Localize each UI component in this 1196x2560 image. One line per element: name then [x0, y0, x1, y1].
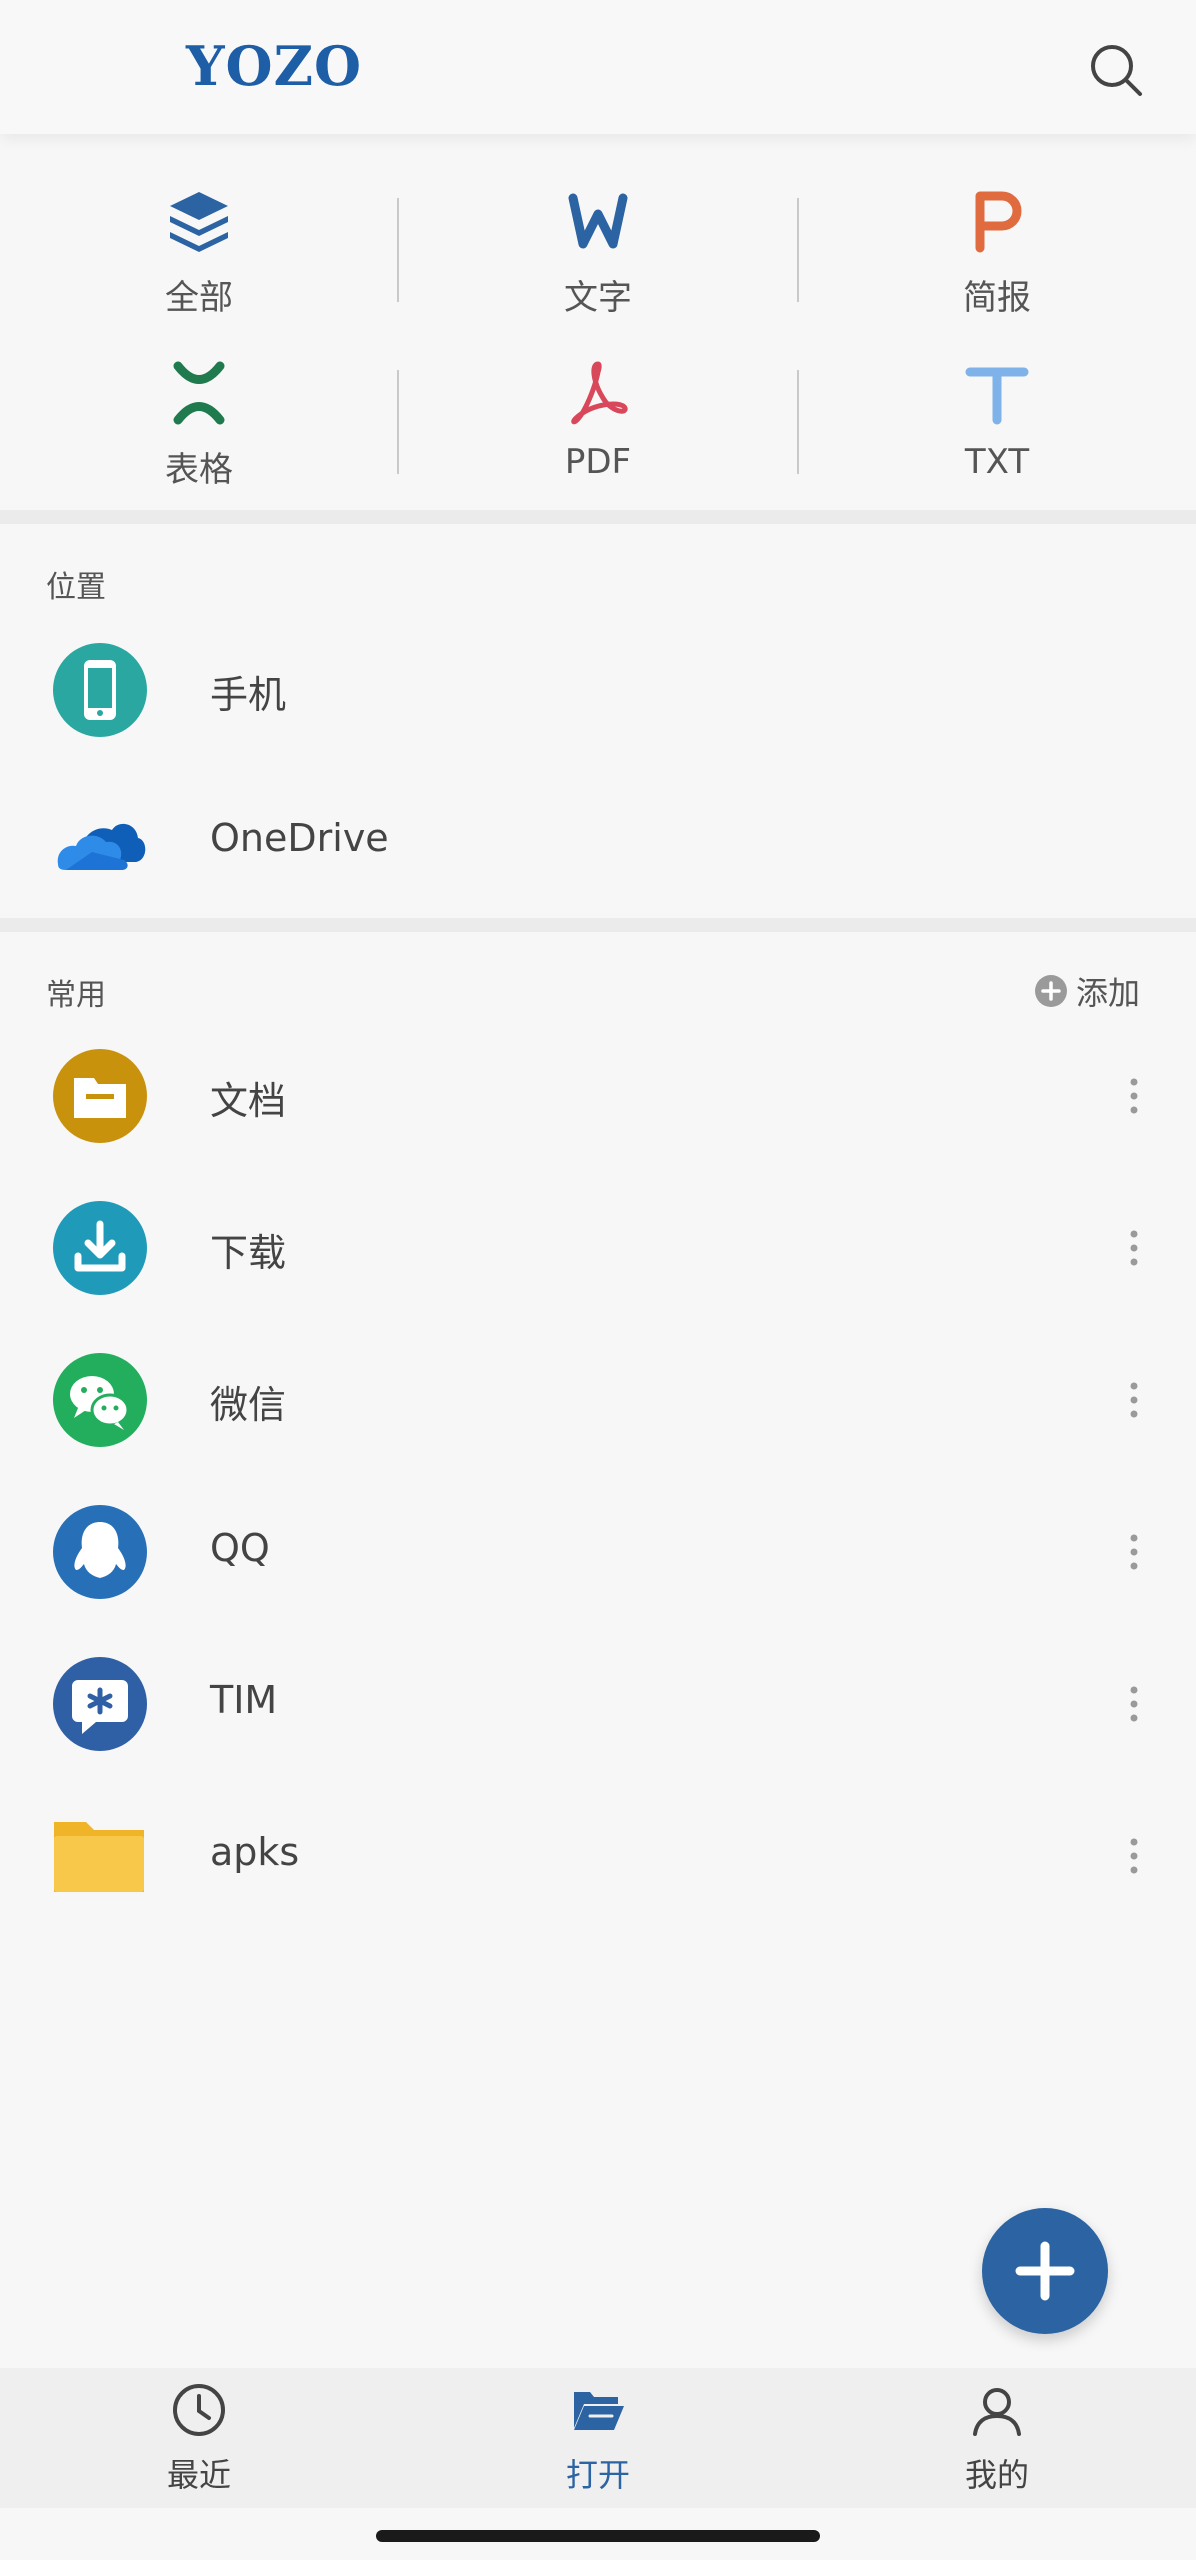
location-onedrive[interactable]: OneDrive — [0, 766, 1196, 918]
yozo-logo: YOZO — [186, 34, 363, 98]
add-favorite-button[interactable]: 添加 — [1034, 968, 1140, 1014]
more-options-icon[interactable] — [1120, 1074, 1148, 1118]
section-divider — [0, 510, 1196, 524]
category-all[interactable]: 全部 — [0, 186, 398, 356]
documents-folder-icon — [53, 1049, 147, 1143]
download-icon — [53, 1201, 147, 1295]
new-document-button[interactable] — [982, 2208, 1108, 2334]
section-divider — [0, 918, 1196, 932]
category-label: TXT — [964, 442, 1030, 482]
favorite-label: 微信 — [210, 1383, 287, 1427]
tab-me[interactable]: 我的 — [798, 2368, 1196, 2508]
more-options-icon[interactable] — [1120, 1226, 1148, 1270]
home-indicator[interactable] — [376, 2530, 820, 2542]
favorite-label: 下载 — [210, 1231, 287, 1275]
tab-label: 最近 — [166, 2456, 231, 2494]
pdf-icon — [571, 361, 628, 425]
favorite-apks[interactable]: apks — [0, 1780, 1196, 1932]
spreadsheet-icon — [173, 361, 225, 425]
favorite-wechat[interactable]: 微信 — [0, 1324, 1196, 1476]
favorite-downloads[interactable]: 下载 — [0, 1172, 1196, 1324]
phone-icon — [53, 643, 147, 737]
tab-label: 打开 — [565, 2456, 630, 2494]
onedrive-icon — [57, 823, 146, 870]
open-folder-icon — [574, 2392, 624, 2430]
file-type-grid: 全部 文字 简报 表格 PDF TXT — [0, 134, 1196, 510]
category-label: PDF — [564, 442, 632, 482]
locations-title: 位置 — [46, 570, 106, 605]
tim-icon — [53, 1657, 147, 1751]
app-header: YOZO — [0, 0, 1196, 134]
text-icon — [965, 367, 1029, 425]
qq-icon — [53, 1505, 147, 1599]
favorite-qq[interactable]: QQ — [0, 1476, 1196, 1628]
more-options-icon[interactable] — [1120, 1378, 1148, 1422]
favorite-label: 文档 — [210, 1079, 287, 1123]
bottom-tab-bar: 最近 打开 我的 — [0, 2368, 1196, 2508]
category-spreadsheet[interactable]: 表格 — [0, 358, 398, 528]
more-options-icon[interactable] — [1120, 1682, 1148, 1726]
wechat-icon — [53, 1353, 147, 1447]
more-options-icon[interactable] — [1120, 1530, 1148, 1574]
category-pdf[interactable]: PDF — [399, 358, 797, 528]
category-txt[interactable]: TXT — [798, 358, 1196, 528]
favorite-tim[interactable]: TIM — [0, 1628, 1196, 1780]
category-presentation[interactable]: 简报 — [798, 186, 1196, 356]
layers-icon — [170, 192, 228, 252]
search-icon[interactable] — [1086, 40, 1146, 100]
add-label: 添加 — [1076, 974, 1141, 1012]
presentation-icon — [975, 191, 1022, 253]
favorite-label: QQ — [210, 1526, 270, 1570]
category-word[interactable]: 文字 — [399, 186, 797, 356]
category-label: 简报 — [963, 278, 1031, 318]
add-circle-icon — [1035, 975, 1067, 1007]
clock-icon — [173, 2384, 225, 2436]
favorite-label: TIM — [210, 1678, 278, 1722]
favorites-title: 常用 — [46, 978, 106, 1013]
category-label: 全部 — [165, 278, 233, 318]
word-icon — [568, 193, 628, 249]
location-label: OneDrive — [210, 816, 389, 860]
favorite-documents[interactable]: 文档 — [0, 1020, 1196, 1172]
category-label: 文字 — [564, 278, 632, 318]
plus-icon — [1015, 2241, 1075, 2301]
person-icon — [973, 2388, 1021, 2436]
category-label: 表格 — [165, 450, 233, 490]
tab-recent[interactable]: 最近 — [0, 2368, 398, 2508]
tab-label: 我的 — [964, 2456, 1029, 2494]
tab-open[interactable]: 打开 — [399, 2368, 797, 2508]
location-phone[interactable]: 手机 — [0, 614, 1196, 766]
folder-icon — [54, 1822, 144, 1892]
more-options-icon[interactable] — [1120, 1834, 1148, 1878]
favorite-label: apks — [210, 1830, 300, 1874]
location-label: 手机 — [210, 673, 287, 717]
